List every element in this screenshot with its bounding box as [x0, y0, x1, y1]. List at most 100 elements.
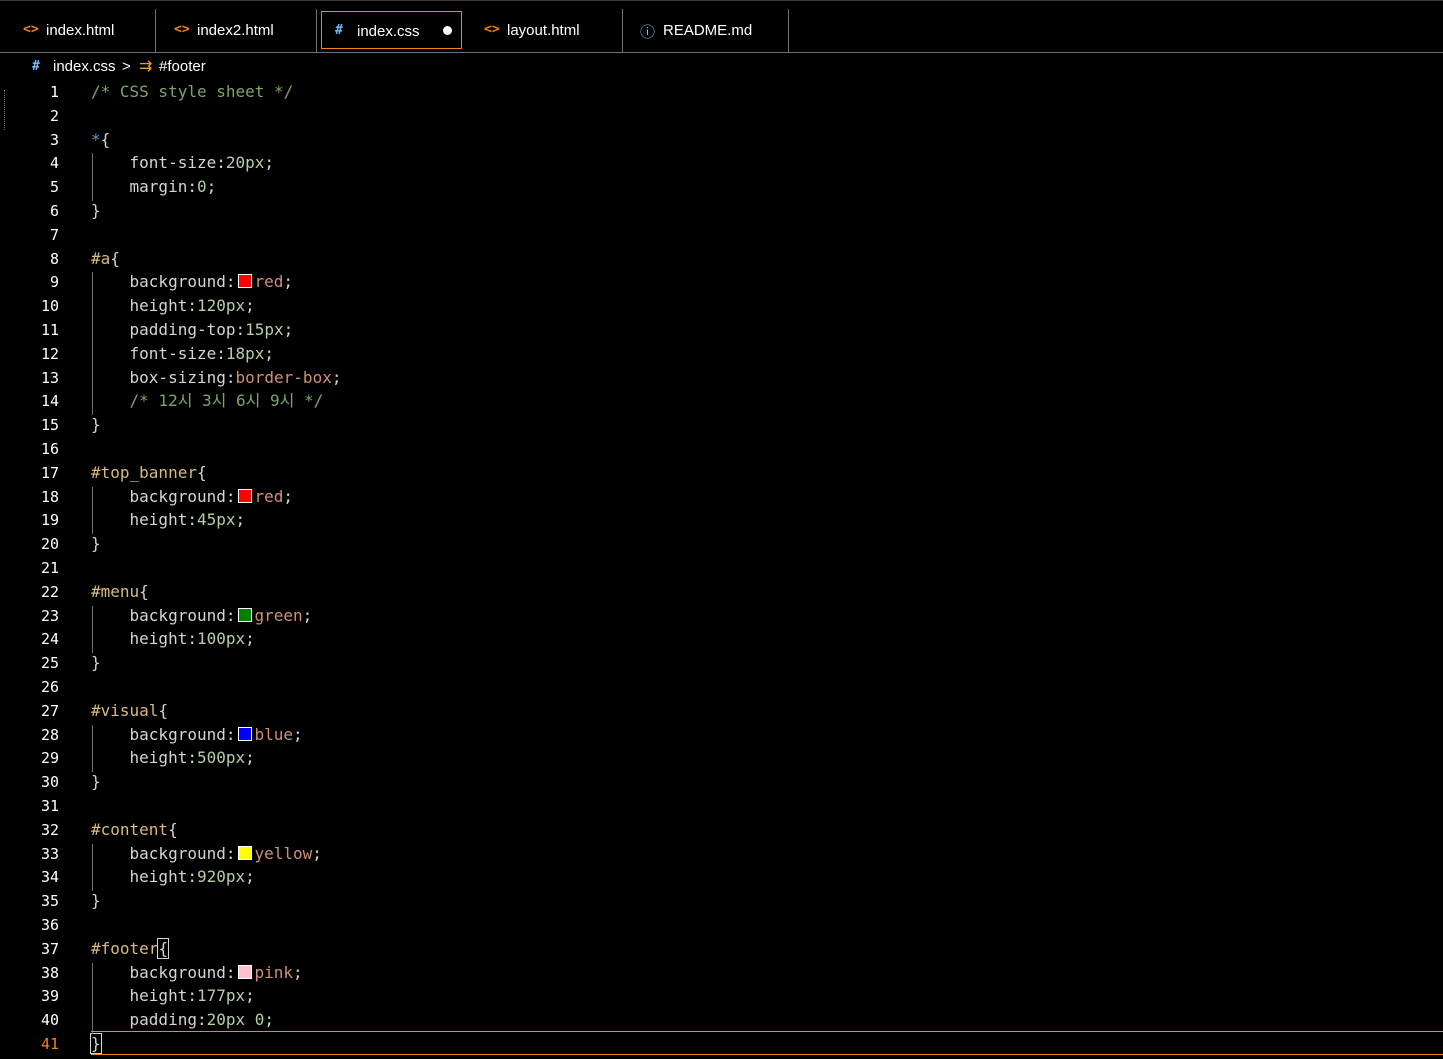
code-line[interactable]: 13 box-sizing:border-box;	[0, 366, 1443, 390]
line-number: 16	[40, 440, 59, 458]
code-text: }	[91, 201, 101, 220]
code-line[interactable]: 6}	[0, 199, 1443, 223]
code-line[interactable]: 27 #visual{	[0, 699, 1443, 723]
code-text: }	[91, 891, 101, 911]
code-line[interactable]: 10 height:120px;	[0, 294, 1443, 318]
code-line[interactable]: 12 font-size:18px;	[0, 342, 1443, 366]
line-number: 13	[40, 368, 59, 387]
code-line[interactable]: 5 margin:0;	[0, 175, 1443, 199]
code-line[interactable]: 32 #content{	[0, 818, 1443, 842]
code-text: #top_banner{	[91, 462, 207, 482]
code-line[interactable]: 17 #top_banner{	[0, 461, 1443, 485]
css-file-icon: #	[32, 59, 40, 74]
code-line[interactable]: 23 background: green;	[0, 604, 1443, 628]
line-number: 3	[49, 130, 59, 149]
code-editor[interactable]: 1/* CSS style sheet */2 3 *{4 font-size:20…	[0, 80, 1443, 1059]
line-number: 1	[49, 83, 59, 101]
code-line[interactable]: 36	[0, 913, 1443, 937]
line-number: 8	[49, 249, 59, 268]
code-line[interactable]: 9 background: red;	[0, 270, 1443, 294]
tab-layout-html[interactable]: <> layout.html	[467, 9, 623, 53]
line-number: 20	[40, 535, 59, 554]
code-line[interactable]: 8 #a{	[0, 247, 1443, 271]
code-text: /* 12시 3시 6시 9시 */	[91, 391, 324, 411]
code-text: height:100px;	[129, 629, 255, 649]
breadcrumb: # index.css > ⇉ #footer	[0, 54, 1443, 78]
line-number: 9	[49, 273, 59, 292]
line-number: 25	[40, 654, 59, 673]
tab-bar: <> index.html <> index2.html # index.css…	[0, 0, 1443, 53]
code-line[interactable]: 40 padding:20px 0;	[0, 1008, 1443, 1032]
code-line[interactable]: 34 height:920px;	[0, 865, 1443, 889]
code-text: }	[91, 534, 101, 554]
code-text: padding:20px 0;	[129, 1010, 275, 1030]
code-line[interactable]: 1 /* CSS style sheet */	[0, 80, 1443, 104]
code-line[interactable]: 11 padding-top:15px;	[0, 318, 1443, 342]
code-line[interactable]: 19 height:45px;	[0, 508, 1443, 532]
tab-label: index.html	[46, 22, 115, 39]
code-line[interactable]: 35}	[0, 889, 1443, 913]
code-text: box-sizing:border-box;	[129, 367, 342, 387]
code-text: #a{	[91, 248, 120, 268]
code-line[interactable]: 39 height:177px;	[0, 984, 1443, 1008]
code-line[interactable]: 20}	[0, 532, 1443, 556]
code-text: padding-top:15px;	[129, 320, 294, 339]
code-line[interactable]: 28 background: blue;	[0, 723, 1443, 747]
code-line[interactable]: 24 height:100px;	[0, 627, 1443, 651]
code-text: margin:0;	[129, 177, 217, 197]
current-line-highlight	[91, 1031, 1443, 1055]
line-number: 41	[40, 1035, 59, 1053]
breadcrumb-symbol[interactable]: #footer	[159, 58, 206, 75]
code-line[interactable]: 22 #menu{	[0, 580, 1443, 604]
color-swatch[interactable]	[237, 964, 252, 979]
code-line[interactable]: 18 background: red;	[0, 485, 1443, 509]
code-text: }	[91, 653, 101, 673]
code-line[interactable]: 4 font-size:20px;	[0, 151, 1443, 175]
code-line[interactable]: 7	[0, 223, 1443, 247]
tab-index-html[interactable]: <> index.html	[7, 9, 156, 53]
line-number: 31	[40, 797, 59, 815]
line-number: 19	[40, 511, 59, 530]
code-line[interactable]: 15}	[0, 413, 1443, 437]
tab-index-css[interactable]: # index.css	[321, 11, 462, 49]
color-swatch[interactable]	[237, 607, 252, 622]
color-swatch[interactable]	[237, 726, 252, 741]
code-line[interactable]: 21	[0, 556, 1443, 580]
line-number: 26	[40, 678, 59, 696]
code-text: background: red;	[129, 486, 294, 506]
line-number: 30	[40, 773, 59, 792]
line-number: 21	[40, 559, 59, 577]
indent-guide	[92, 486, 93, 535]
breadcrumb-file[interactable]: index.css	[53, 58, 116, 75]
line-number: 14	[40, 392, 59, 411]
line-number: 35	[40, 892, 59, 911]
line-number: 4	[49, 154, 59, 173]
code-line[interactable]: 14 /* 12시 3시 6시 9시 */	[0, 389, 1443, 413]
indent-guide	[92, 843, 93, 892]
tab-readme-md[interactable]: ⓘ README.md	[624, 9, 789, 53]
code-line[interactable]: 29 height:500px;	[0, 746, 1443, 770]
code-line[interactable]: 16	[0, 437, 1443, 461]
code-text: background: green;	[129, 605, 313, 625]
code-text: height:45px;	[129, 510, 246, 530]
color-swatch[interactable]	[237, 488, 252, 503]
indent-guide	[92, 724, 93, 773]
code-line[interactable]: 3 *{	[0, 128, 1443, 152]
color-swatch[interactable]	[237, 845, 252, 860]
code-text: #content{	[91, 819, 178, 839]
code-line[interactable]: 31	[0, 794, 1443, 818]
code-line[interactable]: 30}	[0, 770, 1443, 794]
code-line[interactable]: 26	[0, 675, 1443, 699]
color-swatch[interactable]	[237, 274, 252, 289]
code-line[interactable]: 33 background: yellow;	[0, 842, 1443, 866]
unsaved-dot-icon[interactable]	[443, 26, 452, 35]
code-line[interactable]: 37 #footer{	[0, 937, 1443, 961]
code-text: height:920px;	[129, 867, 255, 887]
code-text: height:177px;	[129, 986, 255, 1006]
code-line[interactable]: 38 background: pink;	[0, 961, 1443, 985]
tab-index2-html[interactable]: <> index2.html	[157, 9, 317, 53]
code-line[interactable]: 2	[0, 104, 1443, 128]
line-number: 32	[40, 820, 59, 839]
code-line[interactable]: 25}	[0, 651, 1443, 675]
code-text: #footer{	[91, 937, 170, 959]
